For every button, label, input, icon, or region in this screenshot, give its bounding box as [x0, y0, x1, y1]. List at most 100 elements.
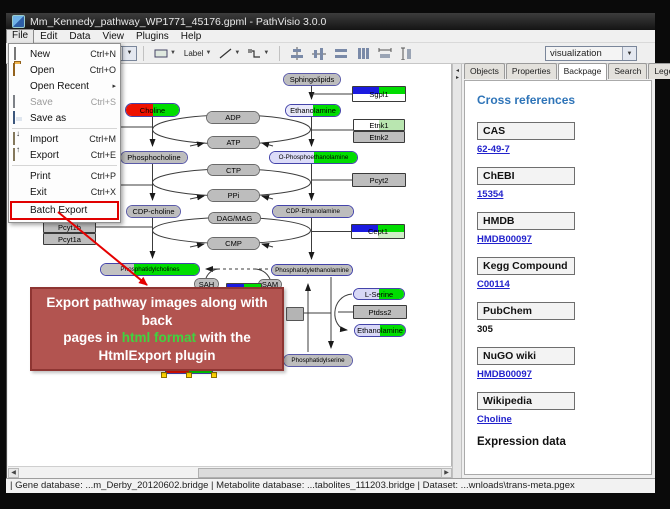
node-label: Phosphocholine [121, 152, 187, 163]
pathway-node-ptdss2[interactable]: Ptdss2 [353, 305, 407, 319]
menu-item-open-recent[interactable]: Open Recent▸ [9, 78, 120, 94]
distribute-horizontal-button[interactable] [330, 45, 352, 62]
align-center-button[interactable] [286, 45, 308, 62]
crossref-id-link[interactable]: HMDB00097 [477, 369, 651, 380]
menu-separator [12, 165, 117, 166]
chevron-down-icon[interactable]: ▼ [622, 47, 636, 60]
node-label: Phosphatidylcholines [101, 264, 199, 275]
crossref-id-link[interactable]: 62-49-7 [477, 144, 651, 155]
menu-item-batch-export[interactable]: Batch Export [10, 201, 119, 220]
pathway-node-ppi[interactable]: PPi [207, 189, 260, 202]
pathway-node-sgpl1[interactable]: Sgpl1 [352, 86, 406, 102]
pathway-node-l-serine[interactable]: L-Serine [353, 288, 405, 300]
chevron-down-icon[interactable]: ▼ [170, 50, 176, 56]
pathway-node-pcyt1a[interactable]: Pcyt1a [43, 233, 96, 245]
chevron-down-icon[interactable]: ▼ [205, 50, 211, 56]
menubar-item-file[interactable]: File [6, 29, 34, 44]
pathway-node-phosphatidylserine[interactable]: Phosphatidylserine [283, 354, 353, 367]
distribute-vertical-button[interactable] [352, 45, 374, 62]
crossref-id-link[interactable]: HMDB00097 [477, 234, 651, 245]
menu-item-new[interactable]: NewCtrl+N [9, 46, 120, 62]
node-label: CTP [208, 165, 259, 175]
menubar-item-edit[interactable]: Edit [34, 30, 63, 43]
selection-handle[interactable] [161, 372, 167, 378]
pathway-node-adp[interactable]: ADP [206, 111, 260, 124]
pathway-node-ethanolamine[interactable]: Ethanolamine [354, 324, 406, 337]
node-label: Choline [126, 104, 179, 116]
menu-item-save-as[interactable]: Save as [9, 110, 120, 126]
chevron-down-icon[interactable]: ▼ [234, 50, 240, 56]
menu-item-print[interactable]: PrintCtrl+P [9, 168, 120, 184]
pathway-node-phosphatidylcholines[interactable]: Phosphatidylcholines [100, 263, 200, 276]
menu-item-save[interactable]: SaveCtrl+S [9, 94, 120, 110]
chevron-down-icon[interactable]: ▼ [263, 50, 269, 56]
selection-handle[interactable] [211, 372, 217, 378]
node-label: Phosphatidylserine [284, 355, 352, 366]
tab-properties[interactable]: Properties [506, 63, 557, 79]
pathway-node-ctp[interactable]: CTP [207, 164, 260, 176]
node-label: CMP [208, 238, 259, 249]
scroll-right-icon[interactable]: ▶ [441, 468, 452, 478]
line-tool-button[interactable]: ▼ [215, 46, 244, 61]
visualization-value: visualization [546, 48, 622, 59]
pathway-node-sphingolipids[interactable]: Sphingolipids [283, 73, 341, 86]
pathway-node-o-phosphoethanolamine[interactable]: O-Phosphoethanolamine [269, 151, 358, 164]
align-middle-button[interactable] [308, 45, 330, 62]
pathway-node-atp[interactable]: ATP [207, 136, 260, 149]
visualization-combobox[interactable]: visualization ▼ [545, 46, 637, 61]
crossref-db-name: Wikipedia [477, 392, 575, 410]
tab-backpage[interactable]: Backpage [558, 63, 608, 80]
menubar-item-view[interactable]: View [96, 30, 130, 43]
crossref-id-link[interactable]: 15354 [477, 189, 651, 200]
crossref-db-name: CAS [477, 122, 575, 140]
node-label: Ethanolamine [286, 105, 340, 116]
label-button-text: Label [184, 49, 204, 58]
scroll-left-icon[interactable]: ◀ [8, 468, 19, 478]
match-height-button[interactable] [396, 45, 418, 62]
selection-handle[interactable] [186, 372, 192, 378]
pathway-node-phosphocholine[interactable]: Phosphocholine [120, 151, 188, 164]
match-width-button[interactable] [374, 45, 396, 62]
tab-objects[interactable]: Objects [464, 63, 505, 79]
pane-splitter[interactable]: ◂▸ [452, 64, 462, 478]
pathway-node-etnk1[interactable]: Etnk1 [353, 119, 405, 131]
menubar-item-plugins[interactable]: Plugins [130, 30, 175, 43]
pathway-node-ethanolamine[interactable]: Ethanolamine [285, 104, 341, 117]
backpage-panel[interactable]: Cross references CAS62-49-7ChEBI15354HMD… [464, 80, 652, 475]
connector-tool-button[interactable]: ▼ [244, 46, 273, 61]
menu-item-open[interactable]: OpenCtrl+O [9, 62, 120, 78]
pathway-node[interactable] [286, 307, 304, 321]
menu-item-exit[interactable]: ExitCtrl+X [9, 184, 120, 200]
datanode-button[interactable]: ▼ [150, 46, 180, 61]
canvas-horizontal-scrollbar[interactable]: ◀ ▶ [8, 466, 452, 478]
scrollbar-thumb[interactable] [198, 468, 448, 478]
pathway-node-dag-mag[interactable]: DAG/MAG [208, 212, 261, 224]
pathway-node-choline[interactable]: Choline [125, 103, 180, 117]
menu-item-export[interactable]: ExportCtrl+E [9, 147, 120, 163]
pathway-node-pcyt2[interactable]: Pcyt2 [352, 173, 406, 187]
menubar-item-data[interactable]: Data [63, 30, 96, 43]
menu-item-import[interactable]: ImportCtrl+M [9, 131, 120, 147]
pathway-node-phosphatidylethanolamine[interactable]: Phosphatidylethanolamine [271, 264, 353, 276]
distribute-vertical-icon [356, 47, 370, 60]
crossref-id-link[interactable]: C00114 [477, 279, 651, 290]
node-label: ADP [207, 112, 259, 123]
pathway-node-cmp[interactable]: CMP [207, 237, 260, 250]
pathway-node-cept1[interactable]: Cept1 [351, 224, 405, 239]
crossref-list: CAS62-49-7ChEBI15354HMDBHMDB00097Kegg Co… [477, 121, 651, 425]
tab-legend[interactable]: Legend [648, 63, 670, 79]
statusbar-text: | Gene database: ...m_Derby_20120602.bri… [10, 480, 575, 491]
pathway-node-etnk2[interactable]: Etnk2 [353, 131, 405, 143]
pathway-node-cdp-choline[interactable]: CDP-choline [126, 205, 181, 218]
splitter-collapse-icon[interactable]: ◂▸ [454, 68, 461, 82]
title-bar[interactable]: Mm_Kennedy_pathway_WP1771_45176.gpml - P… [6, 13, 655, 30]
label-button[interactable]: Label ▼ [180, 47, 216, 60]
tab-search[interactable]: Search [608, 63, 647, 79]
pathway-node-cdp-ethanolamine[interactable]: CDP-Ethanolamine [272, 205, 354, 218]
file-menu: NewCtrl+NOpenCtrl+OOpen Recent▸SaveCtrl+… [8, 43, 121, 223]
menubar-item-help[interactable]: Help [175, 30, 208, 43]
blank-icon [12, 170, 26, 182]
chevron-down-icon[interactable]: ▼ [122, 47, 136, 60]
crossref-id-link[interactable]: Choline [477, 414, 651, 425]
node-label: O-Phosphoethanolamine [270, 152, 357, 163]
